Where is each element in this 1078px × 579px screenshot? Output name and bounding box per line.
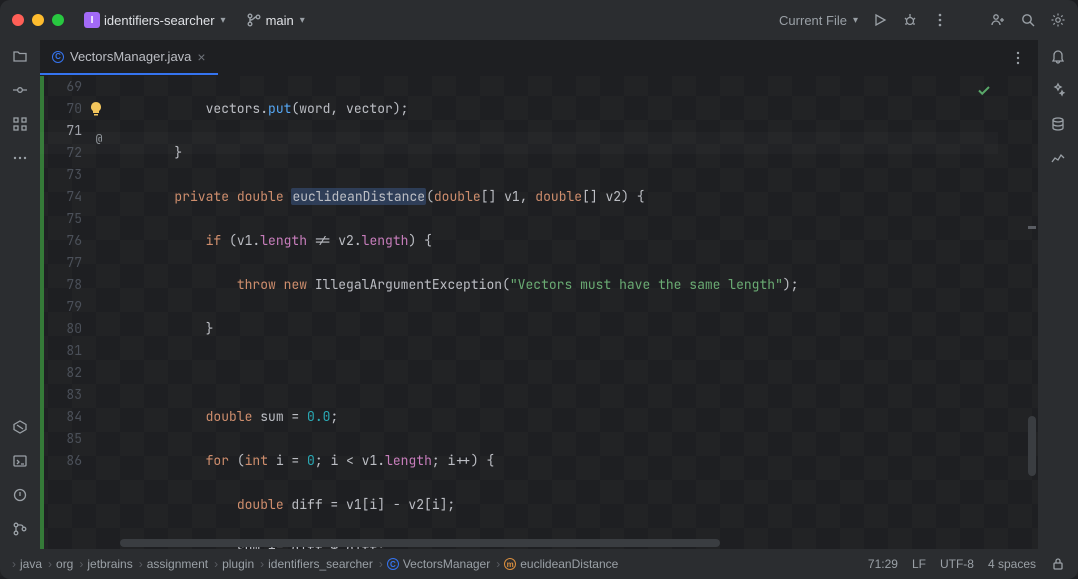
- database-icon[interactable]: [1050, 116, 1066, 132]
- commit-tool-icon[interactable]: [12, 82, 28, 98]
- breadcrumb[interactable]: › plugin: [214, 557, 254, 571]
- scrollbar-thumb[interactable]: [1028, 416, 1036, 476]
- class-icon: C: [387, 558, 399, 570]
- search-icon[interactable]: [1020, 12, 1036, 28]
- statusbar: › java › org › jetbrains › assignment › …: [0, 549, 1078, 579]
- breadcrumb[interactable]: › identifiers_searcher: [260, 557, 373, 571]
- project-name: identifiers-searcher: [104, 13, 215, 28]
- more-actions-icon[interactable]: [932, 12, 948, 28]
- close-tab-icon[interactable]: ×: [197, 49, 205, 65]
- right-toolbar: [1038, 40, 1078, 549]
- maximize-window-icon[interactable]: [52, 14, 64, 26]
- titlebar: I identifiers-searcher ▾ main ▾ Current …: [0, 0, 1078, 40]
- left-toolbar: [0, 40, 40, 549]
- chevron-down-icon: ▾: [853, 15, 858, 26]
- tab-label: VectorsManager.java: [70, 49, 191, 64]
- scrollbar-thumb[interactable]: [120, 539, 720, 547]
- indent[interactable]: 4 spaces: [988, 557, 1036, 571]
- readonly-lock-icon[interactable]: [1050, 556, 1066, 572]
- horizontal-scrollbar[interactable]: [40, 537, 998, 549]
- icon-gutter: @: [90, 76, 112, 549]
- close-window-icon[interactable]: [12, 14, 24, 26]
- notifications-icon[interactable]: [1050, 48, 1066, 64]
- editor-tabs: C VectorsManager.java ×: [40, 40, 1038, 76]
- inspection-ok-icon[interactable]: [976, 82, 992, 98]
- chevron-down-icon: ▾: [221, 15, 226, 26]
- run-config-label: Current File: [779, 13, 847, 28]
- tab-more-icon[interactable]: [998, 40, 1038, 75]
- override-gutter-icon[interactable]: @: [92, 132, 106, 146]
- ai-assistant-icon[interactable]: [1050, 82, 1066, 98]
- code-with-me-icon[interactable]: [990, 12, 1006, 28]
- code-content[interactable]: vectors.put(word, vector); } private dou…: [112, 76, 1038, 549]
- debug-icon[interactable]: [902, 12, 918, 28]
- chevron-down-icon: ▾: [300, 15, 305, 26]
- encoding[interactable]: UTF-8: [940, 557, 974, 571]
- vertical-scrollbar[interactable]: [1026, 76, 1038, 537]
- project-tool-icon[interactable]: [12, 48, 28, 64]
- editor-area: C VectorsManager.java × 69 70 71 72 73 7…: [40, 40, 1038, 549]
- line-number-gutter: 69 70 71 72 73 74 75 76 77 78 79 80 81 8…: [44, 76, 90, 549]
- settings-icon[interactable]: [1050, 12, 1066, 28]
- terminal-tool-icon[interactable]: [12, 453, 28, 469]
- project-selector[interactable]: I identifiers-searcher ▾: [84, 12, 226, 28]
- vcs-tool-icon[interactable]: [12, 521, 28, 537]
- branch-icon: [246, 12, 262, 28]
- run-icon[interactable]: [872, 12, 888, 28]
- breadcrumb-method[interactable]: › m euclideanDistance: [496, 557, 618, 571]
- services-tool-icon[interactable]: [12, 419, 28, 435]
- more-tools-icon[interactable]: [12, 150, 28, 166]
- cursor-position[interactable]: 71:29: [868, 557, 898, 571]
- branch-name: main: [266, 13, 294, 28]
- breadcrumb[interactable]: › jetbrains: [79, 557, 132, 571]
- intention-bulb-icon[interactable]: [88, 101, 104, 117]
- class-icon: C: [52, 51, 64, 63]
- problems-tool-icon[interactable]: [12, 487, 28, 503]
- structure-tool-icon[interactable]: [12, 116, 28, 132]
- code-editor[interactable]: 69 70 71 72 73 74 75 76 77 78 79 80 81 8…: [40, 76, 1038, 549]
- breadcrumb-class[interactable]: › C VectorsManager: [379, 557, 490, 571]
- breadcrumb[interactable]: › assignment: [139, 557, 208, 571]
- window-controls: [12, 14, 64, 26]
- breadcrumb[interactable]: › java: [12, 557, 42, 571]
- tab-vectorsmanager[interactable]: C VectorsManager.java ×: [40, 40, 218, 75]
- line-separator[interactable]: LF: [912, 557, 926, 571]
- branch-selector[interactable]: main ▾: [246, 12, 305, 28]
- breadcrumb[interactable]: › org: [48, 557, 73, 571]
- run-config-selector[interactable]: Current File ▾: [779, 13, 858, 28]
- method-icon: m: [504, 558, 516, 570]
- minimize-window-icon[interactable]: [32, 14, 44, 26]
- profiler-icon[interactable]: [1050, 150, 1066, 166]
- project-badge-icon: I: [84, 12, 100, 28]
